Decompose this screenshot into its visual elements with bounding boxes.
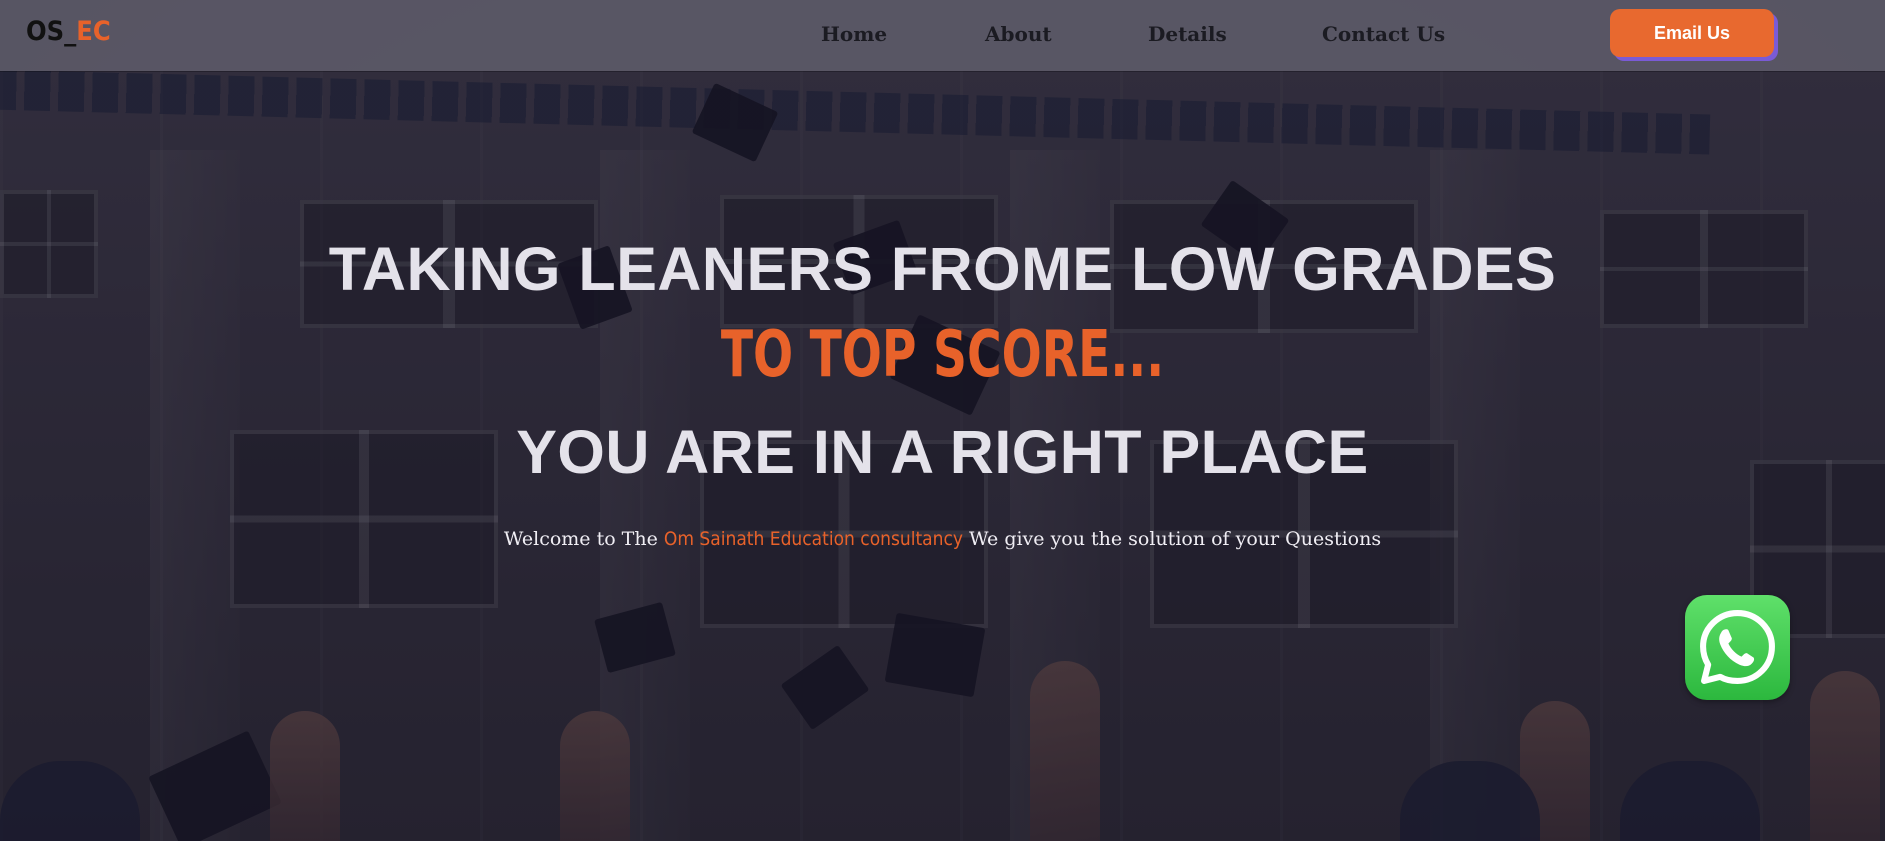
nav-home[interactable]: Home: [821, 22, 887, 46]
logo-prefix: OS_: [26, 16, 77, 47]
welcome-company-name: Om Sainath Education consultancy: [663, 528, 964, 550]
hero-headline-line2: TO TOP SCORE...: [720, 318, 1165, 392]
welcome-text: Welcome to The Om Sainath Education cons…: [0, 528, 1885, 550]
whatsapp-button[interactable]: [1685, 595, 1790, 700]
welcome-text-before: Welcome to The: [503, 528, 664, 550]
nav-details[interactable]: Details: [1148, 22, 1227, 46]
nav-about[interactable]: About: [985, 22, 1052, 46]
whatsapp-icon: [1700, 610, 1775, 684]
site-logo[interactable]: OS_EC: [26, 16, 111, 47]
welcome-text-after: We give you the solution of your Questio…: [963, 528, 1382, 550]
hero-headline-line3: YOU ARE IN A RIGHT PLACE: [516, 418, 1369, 486]
logo-accent: EC: [76, 16, 111, 47]
hero-headline-line1: TAKING LEANERS FROME LOW GRADES: [328, 235, 1557, 303]
site-header: OS_EC Home About Details Contact Us Emai…: [0, 0, 1885, 71]
nav-contact-us[interactable]: Contact Us: [1322, 22, 1445, 46]
email-us-button[interactable]: Email Us: [1610, 9, 1774, 57]
